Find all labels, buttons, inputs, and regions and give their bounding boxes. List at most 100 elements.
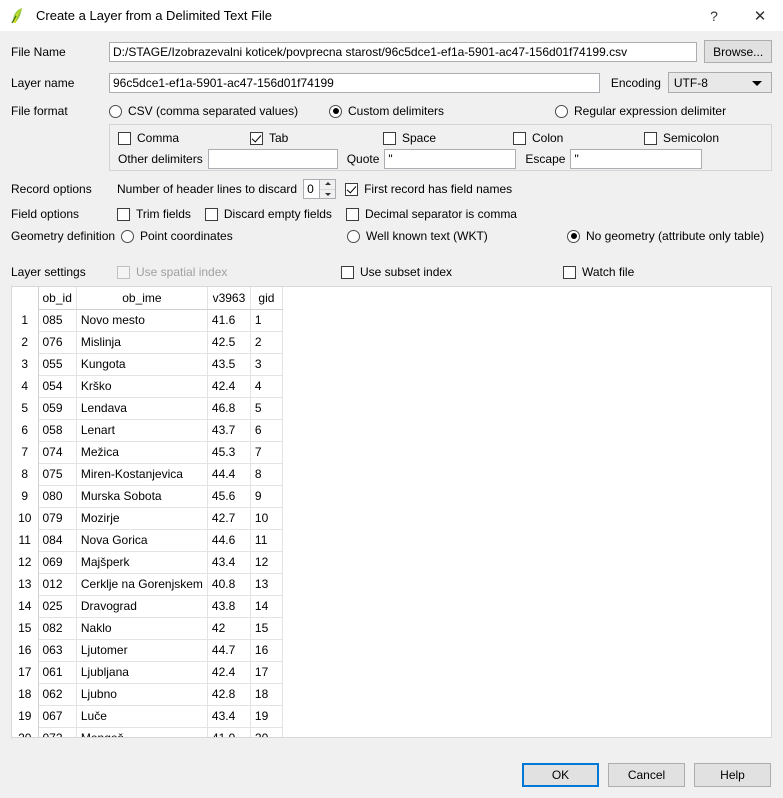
table-cell[interactable]: 055 [38,353,77,376]
radio-point-coordinates[interactable]: Point coordinates [121,229,347,243]
table-cell[interactable]: 062 [38,683,77,706]
table-row[interactable]: 18 062 Ljubno 42.8 18 [12,683,283,706]
table-cell[interactable]: 058 [38,419,77,442]
radio-no-geometry[interactable]: No geometry (attribute only table) [567,229,764,243]
checkbox-comma[interactable]: Comma [118,131,250,145]
table-cell[interactable]: 42.5 [207,331,251,354]
table-cell[interactable]: 074 [38,441,77,464]
table-row[interactable]: 8 075 Miren-Kostanjevica 44.4 8 [12,463,283,486]
table-cell[interactable]: 44.7 [207,639,251,662]
spinner-up-icon[interactable] [320,180,336,190]
table-cell[interactable]: 6 [250,419,283,442]
table-cell[interactable]: Miren-Kostanjevica [76,463,208,486]
table-cell[interactable]: 42 [207,617,251,640]
table-cell[interactable]: Mengeš [76,727,208,737]
table-cell[interactable]: 42.8 [207,683,251,706]
table-cell[interactable]: Ljubno [76,683,208,706]
table-cell[interactable]: 11 [250,529,283,552]
table-cell[interactable]: 43.7 [207,419,251,442]
table-cell[interactable]: 012 [38,573,77,596]
table-cell[interactable]: 43.4 [207,705,251,728]
table-row[interactable]: 4 054 Krško 42.4 4 [12,375,283,398]
table-cell[interactable]: 10 [250,507,283,530]
table-cell[interactable]: 072 [38,727,77,737]
header-gid[interactable]: gid [250,287,283,310]
table-cell[interactable]: 069 [38,551,77,574]
table-cell[interactable]: 7 [250,441,283,464]
table-cell[interactable]: 12 [250,551,283,574]
quote-input[interactable] [384,149,517,169]
checkbox-semicolon[interactable]: Semicolon [644,131,719,145]
table-cell[interactable]: 13 [250,573,283,596]
table-cell[interactable]: 42.4 [207,375,251,398]
table-row[interactable]: 3 055 Kungota 43.5 3 [12,353,283,376]
checkbox-colon[interactable]: Colon [513,131,644,145]
table-cell[interactable]: 4 [250,375,283,398]
table-cell[interactable]: 16 [250,639,283,662]
table-cell[interactable]: Mozirje [76,507,208,530]
table-row[interactable]: 9 080 Murska Sobota 45.6 9 [12,485,283,508]
table-cell[interactable]: 080 [38,485,77,508]
other-delimiters-input[interactable] [207,149,338,169]
table-row[interactable]: 15 082 Naklo 42 15 [12,617,283,640]
table-row[interactable]: 17 061 Ljubljana 42.4 17 [12,661,283,684]
browse-button[interactable]: Browse... [704,40,772,63]
table-cell[interactable]: 079 [38,507,77,530]
table-cell[interactable]: 5 [250,397,283,420]
table-cell[interactable]: 084 [38,529,77,552]
help-button[interactable]: Help [694,762,771,787]
table-cell[interactable]: Ljutomer [76,639,208,662]
table-row[interactable]: 1 085 Novo mesto 41.6 1 [12,309,283,332]
table-cell[interactable]: Dravograd [76,595,208,618]
checkbox-discard-empty-fields[interactable]: Discard empty fields [204,207,332,221]
checkbox-use-subset-index[interactable]: Use subset index [341,265,563,279]
header-ob-ime[interactable]: ob_ime [76,287,208,310]
table-cell[interactable]: 45.3 [207,441,251,464]
table-cell[interactable]: 082 [38,617,77,640]
ok-button[interactable]: OK [522,762,599,787]
table-cell[interactable]: Lendava [76,397,208,420]
checkbox-tab[interactable]: Tab [250,131,383,145]
checkbox-space[interactable]: Space [383,131,513,145]
table-cell[interactable]: 061 [38,661,77,684]
table-cell[interactable]: 42.7 [207,507,251,530]
table-cell[interactable]: Lenart [76,419,208,442]
table-cell[interactable]: Mislinja [76,331,208,354]
table-cell[interactable]: 41.6 [207,309,251,332]
checkbox-watch-file[interactable]: Watch file [563,265,634,279]
table-cell[interactable]: Kungota [76,353,208,376]
table-cell[interactable]: 17 [250,661,283,684]
table-row[interactable]: 12 069 Majšperk 43.4 12 [12,551,283,574]
table-cell[interactable]: 15 [250,617,283,640]
table-cell[interactable]: 1 [250,309,283,332]
table-cell[interactable]: 43.8 [207,595,251,618]
table-row[interactable]: 14 025 Dravograd 43.8 14 [12,595,283,618]
file-name-input[interactable] [109,41,698,62]
table-cell[interactable]: Luče [76,705,208,728]
table-cell[interactable]: 46.8 [207,397,251,420]
radio-csv[interactable]: CSV (comma separated values) [109,104,329,118]
checkbox-decimal-separator-comma[interactable]: Decimal separator is comma [345,207,517,221]
table-row[interactable]: 6 058 Lenart 43.7 6 [12,419,283,442]
table-row[interactable]: 19 067 Luče 43.4 19 [12,705,283,728]
header-v3963[interactable]: v3963 [207,287,251,310]
spinner-arrows[interactable] [319,180,336,199]
cancel-button[interactable]: Cancel [608,762,685,787]
table-row[interactable]: 5 059 Lendava 46.8 5 [12,397,283,420]
table-cell[interactable]: 063 [38,639,77,662]
close-icon[interactable]: ✕ [737,0,783,31]
table-cell[interactable]: 42.4 [207,661,251,684]
table-cell[interactable]: 059 [38,397,77,420]
table-cell[interactable]: Majšperk [76,551,208,574]
table-cell[interactable]: 41.9 [207,727,251,737]
table-row[interactable]: 7 074 Mežica 45.3 7 [12,441,283,464]
table-cell[interactable]: 075 [38,463,77,486]
layer-name-input[interactable] [109,72,600,93]
spinner-down-icon[interactable] [320,190,335,199]
table-row[interactable]: 16 063 Ljutomer 44.7 16 [12,639,283,662]
header-ob-id[interactable]: ob_id [38,287,77,310]
table-cell[interactable]: 18 [250,683,283,706]
table-cell[interactable]: Nova Gorica [76,529,208,552]
table-cell[interactable]: 067 [38,705,77,728]
table-cell[interactable]: 19 [250,705,283,728]
